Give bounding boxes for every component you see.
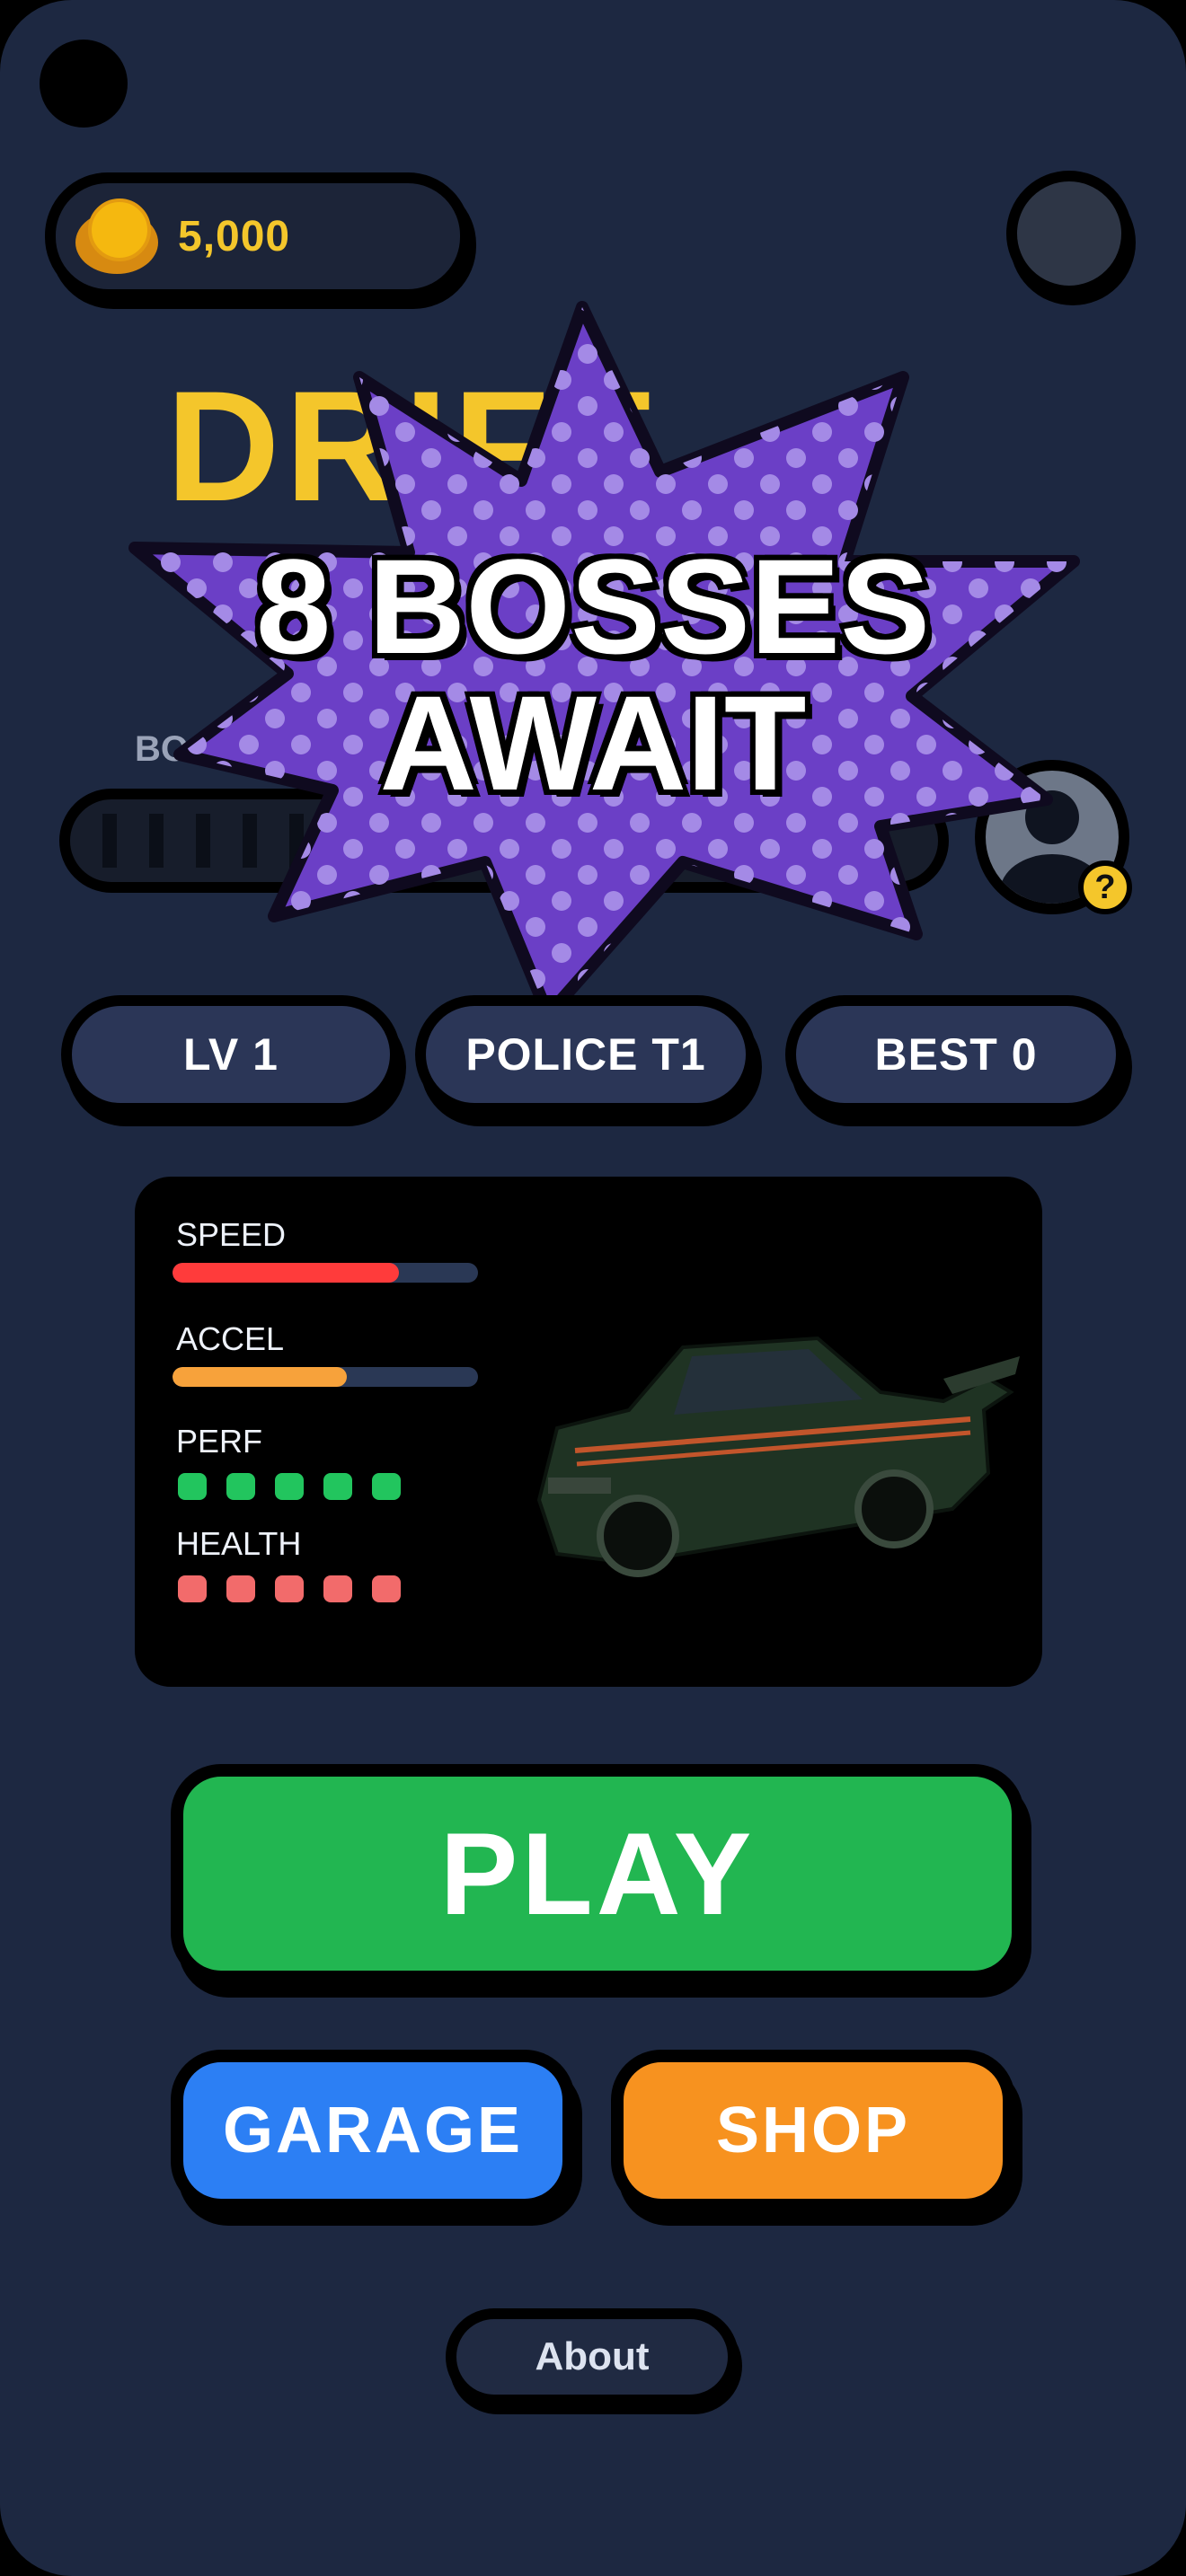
coin-stack-icon [75, 195, 158, 278]
health-rating [178, 1575, 447, 1606]
shop-button[interactable]: SHOP [611, 2050, 1015, 2211]
health-dot [226, 1575, 255, 1602]
car-stats-card: SPEED ACCEL PERF HEALTH [135, 1177, 1042, 1687]
perf-label: PERF [176, 1423, 263, 1460]
help-badge[interactable]: ? [1078, 860, 1132, 914]
speed-label: SPEED [176, 1216, 287, 1253]
promo-line-1: 8 BOSSES [255, 531, 931, 682]
perf-dot [178, 1473, 207, 1500]
front-camera [40, 40, 128, 128]
car-name-pill: POLICE T1 [415, 995, 757, 1114]
settings-button[interactable] [1006, 171, 1132, 296]
coin-balance: 5,000 [45, 172, 471, 300]
play-button[interactable]: PLAY [171, 1764, 1024, 1983]
coin-balance-value: 5,000 [178, 212, 291, 260]
perf-rating [178, 1473, 447, 1504]
level-pill: LV 1 [61, 995, 401, 1114]
health-dot [275, 1575, 304, 1602]
perf-dot [323, 1473, 352, 1500]
game-main-menu: 5,000 DRIFT BOOST ? 8 BOSSES AWAIT LV 1 … [0, 0, 1186, 2576]
accel-label: ACCEL [176, 1320, 285, 1357]
accel-bar-fill [173, 1367, 347, 1387]
about-button[interactable]: About [446, 2308, 739, 2405]
best-score-pill: BEST 0 [785, 995, 1127, 1114]
health-dot [372, 1575, 401, 1602]
perf-dot [226, 1473, 255, 1500]
speed-bar [173, 1263, 478, 1283]
speed-bar-fill [173, 1263, 399, 1283]
garage-button[interactable]: GARAGE [171, 2050, 575, 2211]
promo-line-2: AWAIT [379, 667, 807, 818]
health-dot [323, 1575, 352, 1602]
health-label: HEALTH [176, 1525, 302, 1562]
health-dot [178, 1575, 207, 1602]
car-preview-image [536, 1336, 1020, 1577]
accel-bar [173, 1367, 478, 1387]
perf-dot [372, 1473, 401, 1500]
game-title: DRIFT [166, 359, 657, 534]
perf-dot [275, 1473, 304, 1500]
